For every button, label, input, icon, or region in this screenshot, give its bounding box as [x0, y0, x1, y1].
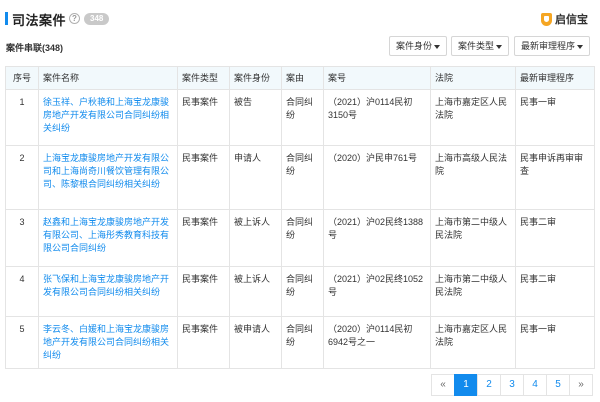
shield-icon: [541, 12, 552, 26]
pagination: « 1 2 3 4 5 »: [431, 374, 593, 396]
case-cause-cell: 合同纠纷: [281, 145, 324, 210]
brand-logo[interactable]: 启信宝: [541, 11, 588, 27]
brand-name: 启信宝: [555, 14, 588, 26]
procedure-cell: 民事二审: [515, 266, 595, 317]
case-cause-cell: 合同纠纷: [281, 209, 324, 267]
section-header: 司法案件 ? 348 启信宝: [0, 0, 600, 34]
case-name-link[interactable]: 张飞保和上海宝龙康骏房地产开发有限公司合同纠纷相关纠纷: [43, 274, 169, 297]
procedure-cell: 民事一审: [515, 89, 595, 146]
column-header: 案件类型: [177, 66, 230, 90]
title-accent-bar: [5, 12, 8, 25]
filter-latest-procedure-button[interactable]: 最新审理程序: [514, 36, 591, 56]
page-button-1[interactable]: 1: [454, 374, 478, 396]
help-icon[interactable]: ?: [69, 13, 80, 24]
case-name-link[interactable]: 李云冬、白媛和上海宝龙康骏房地产开发有限公司合同纠纷相关纠纷: [43, 324, 169, 360]
case-name-cell: 李云冬、白媛和上海宝龙康骏房地产开发有限公司合同纠纷相关纠纷: [38, 316, 178, 369]
case-type-cell: 民事案件: [177, 89, 230, 146]
column-header: 序号: [5, 66, 39, 90]
case-cause-cell: 合同纠纷: [281, 316, 324, 369]
caret-down-icon: [434, 44, 441, 49]
page-button-4[interactable]: 4: [523, 374, 547, 396]
caret-down-icon: [496, 44, 503, 49]
column-header: 最新审理程序: [515, 66, 595, 90]
court-cell: 上海市嘉定区人民法院: [430, 316, 516, 369]
page-button-3[interactable]: 3: [500, 374, 524, 396]
table-header-row: 序号 案件名称 案件类型 案件身份 案由 案号 法院 最新审理程序: [5, 66, 595, 90]
case-number-cell: （2021）沪02民终1052号: [323, 266, 431, 317]
court-cell: 上海市第二中级人民法院: [430, 266, 516, 317]
case-role-cell: 被告: [229, 89, 282, 146]
court-cell: 上海市高级人民法院: [430, 145, 516, 210]
case-type-cell: 民事案件: [177, 266, 230, 317]
case-type-cell: 民事案件: [177, 316, 230, 369]
filter-case-type-button[interactable]: 案件类型: [451, 36, 510, 56]
column-header: 案由: [281, 66, 324, 90]
table-row: 2 上海宝龙康骏房地产开发有限公司和上海尚奇川餐饮管理有限公司、陈黎根合同纠纷相…: [5, 145, 595, 210]
filter-label: 案件类型: [458, 41, 495, 51]
table-row: 4 张飞保和上海宝龙康骏房地产开发有限公司合同纠纷相关纠纷 民事案件 被上诉人 …: [5, 266, 595, 317]
case-role-cell: 申请人: [229, 145, 282, 210]
filter-case-role-button[interactable]: 案件身份: [389, 36, 448, 56]
procedure-cell: 民事申诉再审审查: [515, 145, 595, 210]
case-series-label: 案件串联(348): [6, 43, 64, 53]
page-button-5[interactable]: 5: [546, 374, 570, 396]
case-name-cell: 徐玉祥、户秋艳和上海宝龙康骏房地产开发有限公司合同纠纷相关纠纷: [38, 89, 178, 146]
case-name-link[interactable]: 上海宝龙康骏房地产开发有限公司和上海尚奇川餐饮管理有限公司、陈黎根合同纠纷相关纠…: [43, 153, 169, 189]
row-number: 2: [5, 145, 39, 210]
caret-down-icon: [577, 44, 584, 49]
column-header: 法院: [430, 66, 516, 90]
next-page-button[interactable]: »: [569, 374, 593, 396]
case-cause-cell: 合同纠纷: [281, 89, 324, 146]
case-count-badge: 348: [84, 13, 110, 25]
case-table: 序号 案件名称 案件类型 案件身份 案由 案号 法院 最新审理程序 1 徐玉祥、…: [5, 66, 595, 369]
row-number: 1: [5, 89, 39, 146]
case-role-cell: 被上诉人: [229, 209, 282, 267]
case-number-cell: （2021）沪0114民初3150号: [323, 89, 431, 146]
row-number: 4: [5, 266, 39, 317]
court-cell: 上海市嘉定区人民法院: [430, 89, 516, 146]
case-role-cell: 被上诉人: [229, 266, 282, 317]
case-role-cell: 被申请人: [229, 316, 282, 369]
procedure-cell: 民事一审: [515, 316, 595, 369]
section-title: 司法案件: [12, 13, 67, 28]
procedure-cell: 民事二审: [515, 209, 595, 267]
case-name-cell: 张飞保和上海宝龙康骏房地产开发有限公司合同纠纷相关纠纷: [38, 266, 178, 317]
table-row: 1 徐玉祥、户秋艳和上海宝龙康骏房地产开发有限公司合同纠纷相关纠纷 民事案件 被…: [5, 89, 595, 146]
case-number-cell: （2020）沪民申761号: [323, 145, 431, 210]
case-cause-cell: 合同纠纷: [281, 266, 324, 317]
page-button-2[interactable]: 2: [477, 374, 501, 396]
row-number: 5: [5, 316, 39, 369]
row-number: 3: [5, 209, 39, 267]
table-row: 5 李云冬、白媛和上海宝龙康骏房地产开发有限公司合同纠纷相关纠纷 民事案件 被申…: [5, 316, 595, 369]
case-type-cell: 民事案件: [177, 209, 230, 267]
column-header: 案件身份: [229, 66, 282, 90]
case-number-cell: （2021）沪02民终1388号: [323, 209, 431, 267]
column-header: 案件名称: [38, 66, 178, 90]
prev-page-button[interactable]: «: [431, 374, 455, 396]
filter-label: 最新审理程序: [521, 41, 576, 51]
case-name-cell: 赵鑫和上海宝龙康骏房地产开发有限公司、上海彤秀教育科技有限公司合同纠纷: [38, 209, 178, 267]
case-number-cell: （2020）沪0114民初6942号之一: [323, 316, 431, 369]
court-cell: 上海市第二中级人民法院: [430, 209, 516, 267]
case-name-link[interactable]: 赵鑫和上海宝龙康骏房地产开发有限公司、上海彤秀教育科技有限公司合同纠纷: [43, 217, 169, 253]
case-name-link[interactable]: 徐玉祥、户秋艳和上海宝龙康骏房地产开发有限公司合同纠纷相关纠纷: [43, 97, 169, 133]
filter-label: 案件身份: [396, 41, 433, 51]
table-row: 3 赵鑫和上海宝龙康骏房地产开发有限公司、上海彤秀教育科技有限公司合同纠纷 民事…: [5, 209, 595, 267]
column-header: 案号: [323, 66, 431, 90]
case-type-cell: 民事案件: [177, 145, 230, 210]
case-name-cell: 上海宝龙康骏房地产开发有限公司和上海尚奇川餐饮管理有限公司、陈黎根合同纠纷相关纠…: [38, 145, 178, 210]
